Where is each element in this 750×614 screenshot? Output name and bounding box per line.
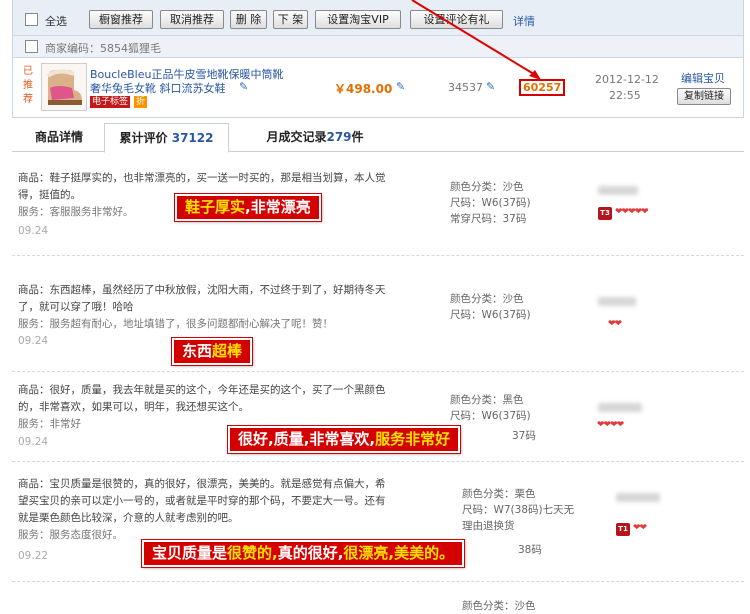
review-size: 尺码：W6(37码) <box>450 197 531 209</box>
review-date: 09.22 <box>18 550 49 562</box>
review-color: 颜色分类：沙色 <box>450 181 524 193</box>
highlight-banner: 宝贝质量是很赞的,真的很好,很漂亮,美美的。 <box>140 539 466 568</box>
review-content: 望买宝贝的亲可以定小一号的，或者就是平时穿的那个码，不要定大一号。还有 <box>18 495 386 507</box>
buyer-level-badge: T3 <box>598 207 612 220</box>
review-content: 就是栗色颜色比较深，介意的人就考虑别的吧。 <box>18 512 239 524</box>
review-date: 09.24 <box>18 225 49 237</box>
review-service: 服务：服务超有耐心，地址填错了，很多问题都耐心解决了呢！赞！ <box>18 318 333 330</box>
credit-hearts-icon: ❤❤❤❤❤ <box>615 207 649 217</box>
review-color: 颜色分类：黑色 <box>450 394 524 406</box>
tab-reviews[interactable]: 累计评价 37122 <box>104 123 229 153</box>
review-content: 商品：宝贝质量是很赞的，真的很好，很漂亮，美美的。就是感觉有点偏大，希 <box>18 478 386 490</box>
review-content: 商品：东西超棒，虽然经历了中秋放假，沈阳大雨，不过终于到了，好期待冬天 <box>18 284 386 296</box>
review-item: 商品：鞋子挺厚实的，也非常漂亮的，买一送一时买的，那是相当划算，本人觉 得，挺值… <box>12 152 744 256</box>
review-size: 尺码：W7(38码)七天无 <box>462 504 575 516</box>
review-color: 颜色分类：沙色 <box>450 293 524 305</box>
credit-hearts-icon: ❤❤❤❤ <box>597 420 624 430</box>
review-size: 尺码：W6(37码) <box>450 410 531 422</box>
review-item: 商品：宝贝质量是很赞的，真的很好，很漂亮，美美的。就是感觉有点偏大，希 望买宝贝… <box>12 462 744 582</box>
review-usual-size: 38码 <box>518 544 542 556</box>
tab-product-details[interactable]: 商品详情 <box>18 123 100 152</box>
credit-hearts-icon: ❤❤ <box>633 523 647 533</box>
tab-bar: 商品详情 累计评价 37122 月成交记录279件 <box>12 123 744 153</box>
review-usual-size: 37码 <box>512 430 536 442</box>
review-item: 商品：东西超棒，虽然经历了中秋放假，沈阳大雨，不过终于到了，好期待冬天 了，就可… <box>12 256 744 372</box>
highlight-banner: 很好,质量,非常喜欢,服务非常好 <box>226 425 462 454</box>
review-date: 09.24 <box>18 436 49 448</box>
review-size: 尺码：W6(37码) <box>450 309 531 321</box>
highlight-banner: 鞋子厚实,非常漂亮 <box>174 193 322 222</box>
review-content: 商品：鞋子挺厚实的，也非常漂亮的，买一送一时买的，那是相当划算，本人觉 <box>18 172 386 184</box>
review-content: 了，就可以穿了哦！哈哈 <box>18 301 134 313</box>
review-color: 颜色分类：沙色 <box>462 600 536 612</box>
review-item: 商品：很好，质量，我去年就是买的这个，今年还是买的这个，买了一个黑颜色 的，非常… <box>12 372 744 462</box>
review-date: 09.24 <box>18 335 49 347</box>
review-size-note: 理由退换货 <box>462 520 515 532</box>
review-content: 的，非常喜欢，如果可以，明年，我还想买这个。 <box>18 401 249 413</box>
review-item: 颜色分类：沙色 <box>12 582 744 612</box>
buyer-name-blurred <box>598 297 636 306</box>
buyer-name-blurred <box>598 403 642 412</box>
review-content: 商品：很好，质量，我去年就是买的这个，今年还是买的这个，买了一个黑颜色 <box>18 384 386 396</box>
buyer-name-blurred <box>616 493 660 502</box>
buyer-level-badge: T1 <box>616 523 630 536</box>
tab-monthly-sales[interactable]: 月成交记录279件 <box>250 123 380 152</box>
buyer-name-blurred <box>598 186 638 195</box>
review-usual-size: 常穿尺码：37码 <box>450 213 527 225</box>
credit-hearts-icon: ❤❤ <box>608 319 622 329</box>
highlight-banner: 东西超棒 <box>170 337 254 366</box>
review-color: 颜色分类：栗色 <box>462 488 536 500</box>
annotation-arrow <box>411 0 541 80</box>
